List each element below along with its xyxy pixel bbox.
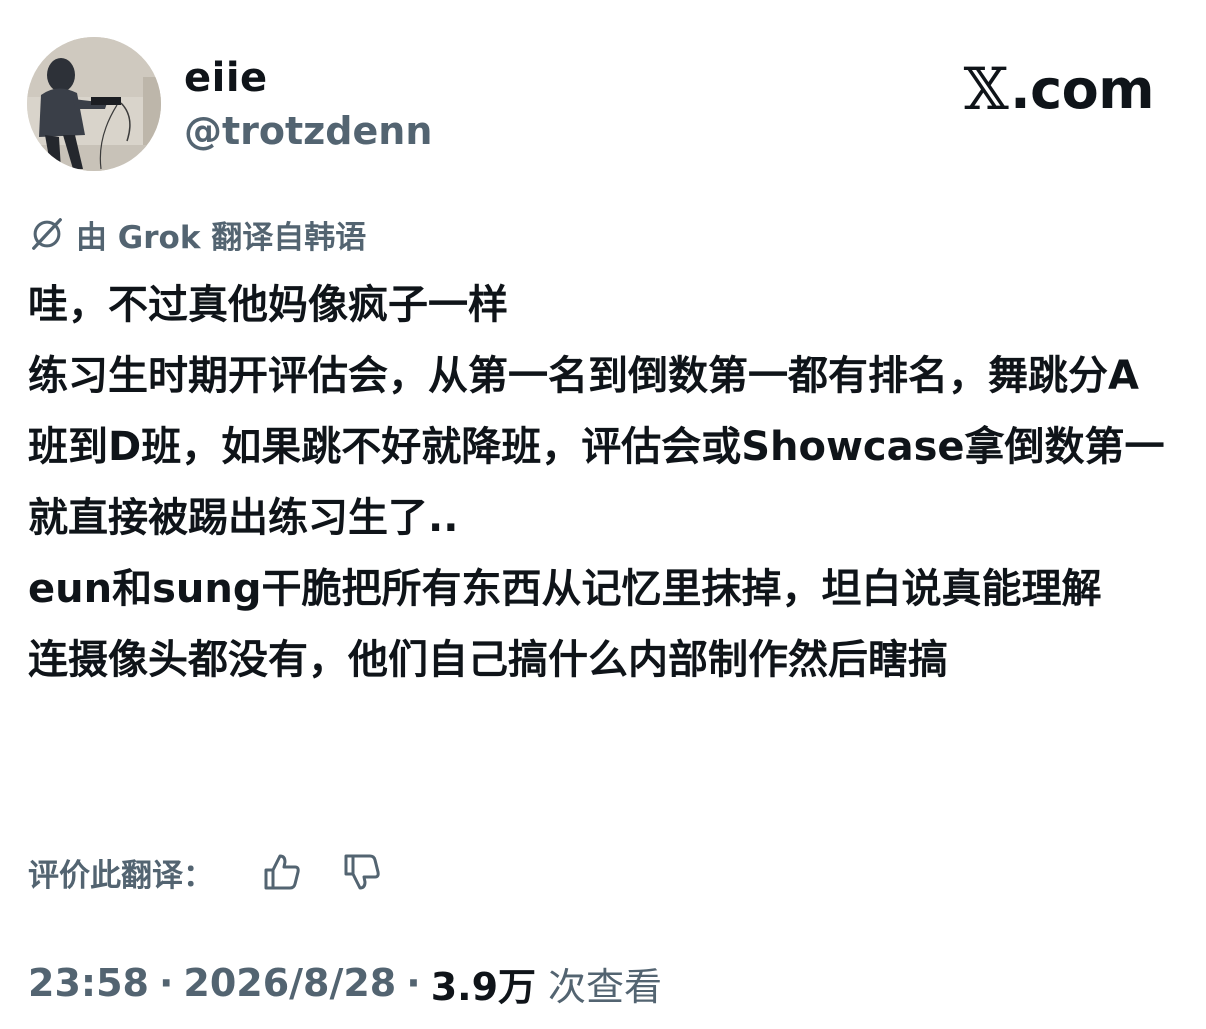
separator-dot: · — [406, 961, 421, 1005]
rate-translation: 评价此翻译： — [28, 846, 388, 898]
avatar-image — [27, 37, 161, 171]
separator-dot: · — [158, 961, 174, 1005]
thumbs-up-icon — [264, 854, 300, 890]
views-label: 次查看 — [548, 964, 663, 1009]
views-count: 3.9万 — [430, 964, 537, 1009]
post-date[interactable]: 2026/8/28 — [183, 961, 396, 1005]
handle[interactable]: @trotzdenn — [184, 106, 432, 156]
post-text: 哇，不过真他妈像疯子一样 练习生时期开评估会，从第一名到倒数第一都有排名，舞跳分… — [28, 282, 1165, 683]
x-logo-icon: 𝕏 — [963, 55, 1009, 123]
post-card: eiie @trotzdenn 𝕏 .com 由 Grok 翻译自韩语 哇，不过… — [0, 0, 1206, 1029]
avatar[interactable] — [27, 37, 161, 171]
translation-note-text: 由 Grok 翻译自韩语 — [76, 219, 367, 256]
grok-icon — [32, 218, 62, 250]
display-name[interactable]: eiie — [184, 52, 268, 104]
rate-translation-label: 评价此翻译： — [28, 857, 214, 894]
translation-note: 由 Grok 翻译自韩语 — [28, 210, 366, 258]
thumbs-down-button[interactable] — [336, 846, 388, 898]
post-meta: 23:58 · 2026/8/28 · 3.9万 次查看 — [28, 955, 662, 1011]
logo-text: .com — [1010, 57, 1154, 121]
thumbs-up-button[interactable] — [256, 846, 308, 898]
post-time[interactable]: 23:58 — [28, 961, 149, 1005]
thumbs-down-icon — [344, 854, 380, 890]
x-logo: 𝕏 .com — [963, 55, 1155, 123]
